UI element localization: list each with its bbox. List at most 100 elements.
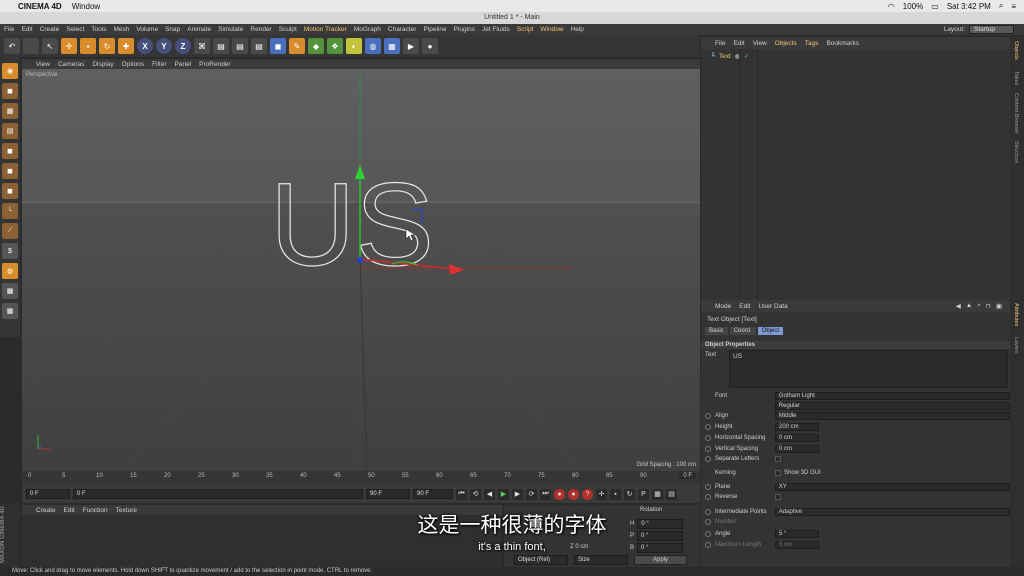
object-manager-list[interactable]: ┗ Text ✓ (701, 49, 1010, 300)
vertical-spacing-field[interactable]: 0 cm (775, 445, 819, 453)
objects-menu-objects[interactable]: Objects (775, 40, 797, 47)
deformer-icon[interactable]: ◐ (346, 38, 362, 54)
menu-edit[interactable]: Edit (21, 26, 32, 33)
show-3d-gui-checkbox[interactable] (775, 470, 781, 476)
environment-icon[interactable]: ◍ (365, 38, 381, 54)
coord-mode-select[interactable]: Object (Rel) (514, 555, 568, 565)
end-frame-field[interactable]: 90 F (366, 489, 410, 499)
text-object-outline[interactable]: US (269, 158, 434, 291)
dock-tab-layers[interactable]: Layers (1013, 337, 1019, 354)
viewport-menu-filter[interactable]: Filter (152, 61, 166, 68)
reverse-radio[interactable] (705, 494, 711, 500)
scale-tool-icon[interactable]: ▪ (80, 38, 96, 54)
autokey-icon[interactable]: ● (568, 488, 579, 500)
polygons-mode-icon[interactable]: ◼ (2, 183, 18, 199)
viewport-menu-display[interactable]: Display (92, 61, 113, 68)
menu-file[interactable]: File (4, 26, 14, 33)
plane-radio[interactable] (705, 484, 711, 490)
plane-select[interactable]: XY (774, 483, 1010, 491)
x-axis-arrow-handle[interactable] (449, 264, 464, 275)
objects-menu-bookmarks[interactable]: Bookmarks (826, 40, 859, 47)
pla-key-icon[interactable]: ▦ (652, 488, 663, 500)
text-input[interactable]: US (729, 350, 1008, 388)
objects-menu-view[interactable]: View (753, 40, 767, 47)
cube-primitive-icon[interactable]: ◼ (270, 38, 286, 54)
render-view-icon[interactable]: ▤ (213, 38, 229, 54)
timeline-ruler[interactable]: 0 5 10 15 20 25 30 35 40 45 50 55 60 65 … (22, 471, 700, 485)
solo-icon[interactable]: ◍ (2, 263, 18, 279)
horizontal-spacing-radio[interactable] (705, 435, 711, 441)
play-icon[interactable]: ▶ (498, 488, 509, 500)
workplane-mode-icon[interactable]: ▤ (2, 123, 18, 139)
points-mode-icon[interactable]: ◼ (2, 143, 18, 159)
objects-menu-file[interactable]: File (715, 40, 725, 47)
move-key-icon[interactable]: ✛ (596, 488, 607, 500)
go-to-end-icon[interactable]: ⏭ (540, 488, 551, 500)
prev-frame-icon[interactable]: ◀ (484, 488, 495, 500)
font-style-select[interactable]: Regular (774, 402, 1010, 410)
go-to-start-icon[interactable]: ⏮ (456, 488, 467, 500)
recent-tool-icon[interactable]: ✚ (118, 38, 134, 54)
menu-snap[interactable]: Snap (165, 26, 180, 33)
menu-pipeline[interactable]: Pipeline (423, 26, 446, 33)
menu-simulate[interactable]: Simulate (218, 26, 243, 33)
wifi-icon[interactable]: ◠ (888, 2, 895, 11)
dock-tab-content-browser[interactable]: Content Browser (1013, 93, 1019, 134)
menu-mograph[interactable]: MoGraph (354, 26, 381, 33)
align-radio[interactable] (705, 413, 711, 419)
menu-animate[interactable]: Animate (187, 26, 211, 33)
attr-menu-mode[interactable]: Mode (715, 303, 731, 310)
move-tool-icon[interactable]: ✛ (61, 38, 77, 54)
preview-range-slider[interactable]: 0 F (73, 489, 363, 499)
tab-coord[interactable]: Coord. (729, 327, 756, 335)
tweak-mode-icon[interactable]: ⟋ (2, 223, 18, 239)
rotate-key-icon[interactable]: ↻ (624, 488, 635, 500)
snap-icon[interactable]: $ (2, 243, 18, 259)
next-key-icon[interactable]: ⟳ (526, 488, 537, 500)
menu-list-icon[interactable]: ≡ (1011, 2, 1016, 11)
menu-plugins[interactable]: Plugins (454, 26, 475, 33)
camera-icon[interactable]: ▶ (403, 38, 419, 54)
rotate-tool-icon[interactable]: ↻ (99, 38, 115, 54)
back-arrow-icon[interactable]: ◀ (956, 302, 961, 310)
viewport-menu-cameras[interactable]: Cameras (58, 61, 84, 68)
render-picture-viewer-icon[interactable]: ▤ (232, 38, 248, 54)
viewport-scene[interactable]: US (22, 69, 700, 471)
dock-tab-attributes[interactable]: Attributes (1013, 303, 1019, 326)
keyframe-selection-icon[interactable]: ? (582, 488, 593, 500)
menu-tools[interactable]: Tools (91, 26, 106, 33)
menu-jet-fluids[interactable]: Jet Fluids (482, 26, 510, 33)
coordinate-system-icon[interactable]: ⌘ (194, 38, 210, 54)
floor-icon[interactable]: ▦ (384, 38, 400, 54)
mac-menu-window[interactable]: Window (72, 2, 100, 11)
dock-tab-structure[interactable]: Structure (1013, 141, 1019, 163)
layout-select[interactable]: Startup (969, 25, 1014, 34)
list-item[interactable]: ┗ Text ✓ (711, 52, 749, 61)
menu-character[interactable]: Character (388, 26, 417, 33)
lock-icon[interactable]: ⊓ (986, 302, 991, 310)
search-icon[interactable]: ⌕ (999, 1, 1003, 11)
apply-button[interactable]: Apply (634, 555, 688, 565)
search-icon[interactable]: ⌕ (977, 302, 981, 310)
enabled-check-icon[interactable]: ✓ (744, 52, 749, 60)
menu-motion-tracker[interactable]: Motion Tracker (304, 26, 347, 33)
viewport-menu-prorender[interactable]: ProRender (199, 61, 230, 68)
workplane-icon[interactable]: ▦ (2, 283, 18, 299)
align-select[interactable]: Middle (774, 412, 1010, 420)
undo-icon[interactable]: ↶ (4, 38, 20, 54)
battery-level[interactable]: 100% (903, 2, 923, 11)
render-settings-icon[interactable]: ▤ (251, 38, 267, 54)
pen-spline-icon[interactable]: ✎ (289, 38, 305, 54)
menu-sculpt[interactable]: Sculpt (279, 26, 297, 33)
light-icon[interactable]: ● (422, 38, 438, 54)
lock-workplane-icon[interactable]: ▦ (2, 303, 18, 319)
texture-mode-icon[interactable]: ▦ (2, 103, 18, 119)
max-frame-field[interactable]: 90 F (413, 489, 453, 499)
tab-object[interactable]: Object (757, 327, 784, 335)
attr-menu-user-data[interactable]: User Data (758, 303, 787, 310)
viewport-menu-panel[interactable]: Panel (175, 61, 192, 68)
x-axis-toggle[interactable]: X (137, 38, 153, 54)
edges-mode-icon[interactable]: ◼ (2, 163, 18, 179)
menu-render[interactable]: Render (250, 26, 271, 33)
app-name[interactable]: CINEMA 4D (18, 2, 62, 11)
